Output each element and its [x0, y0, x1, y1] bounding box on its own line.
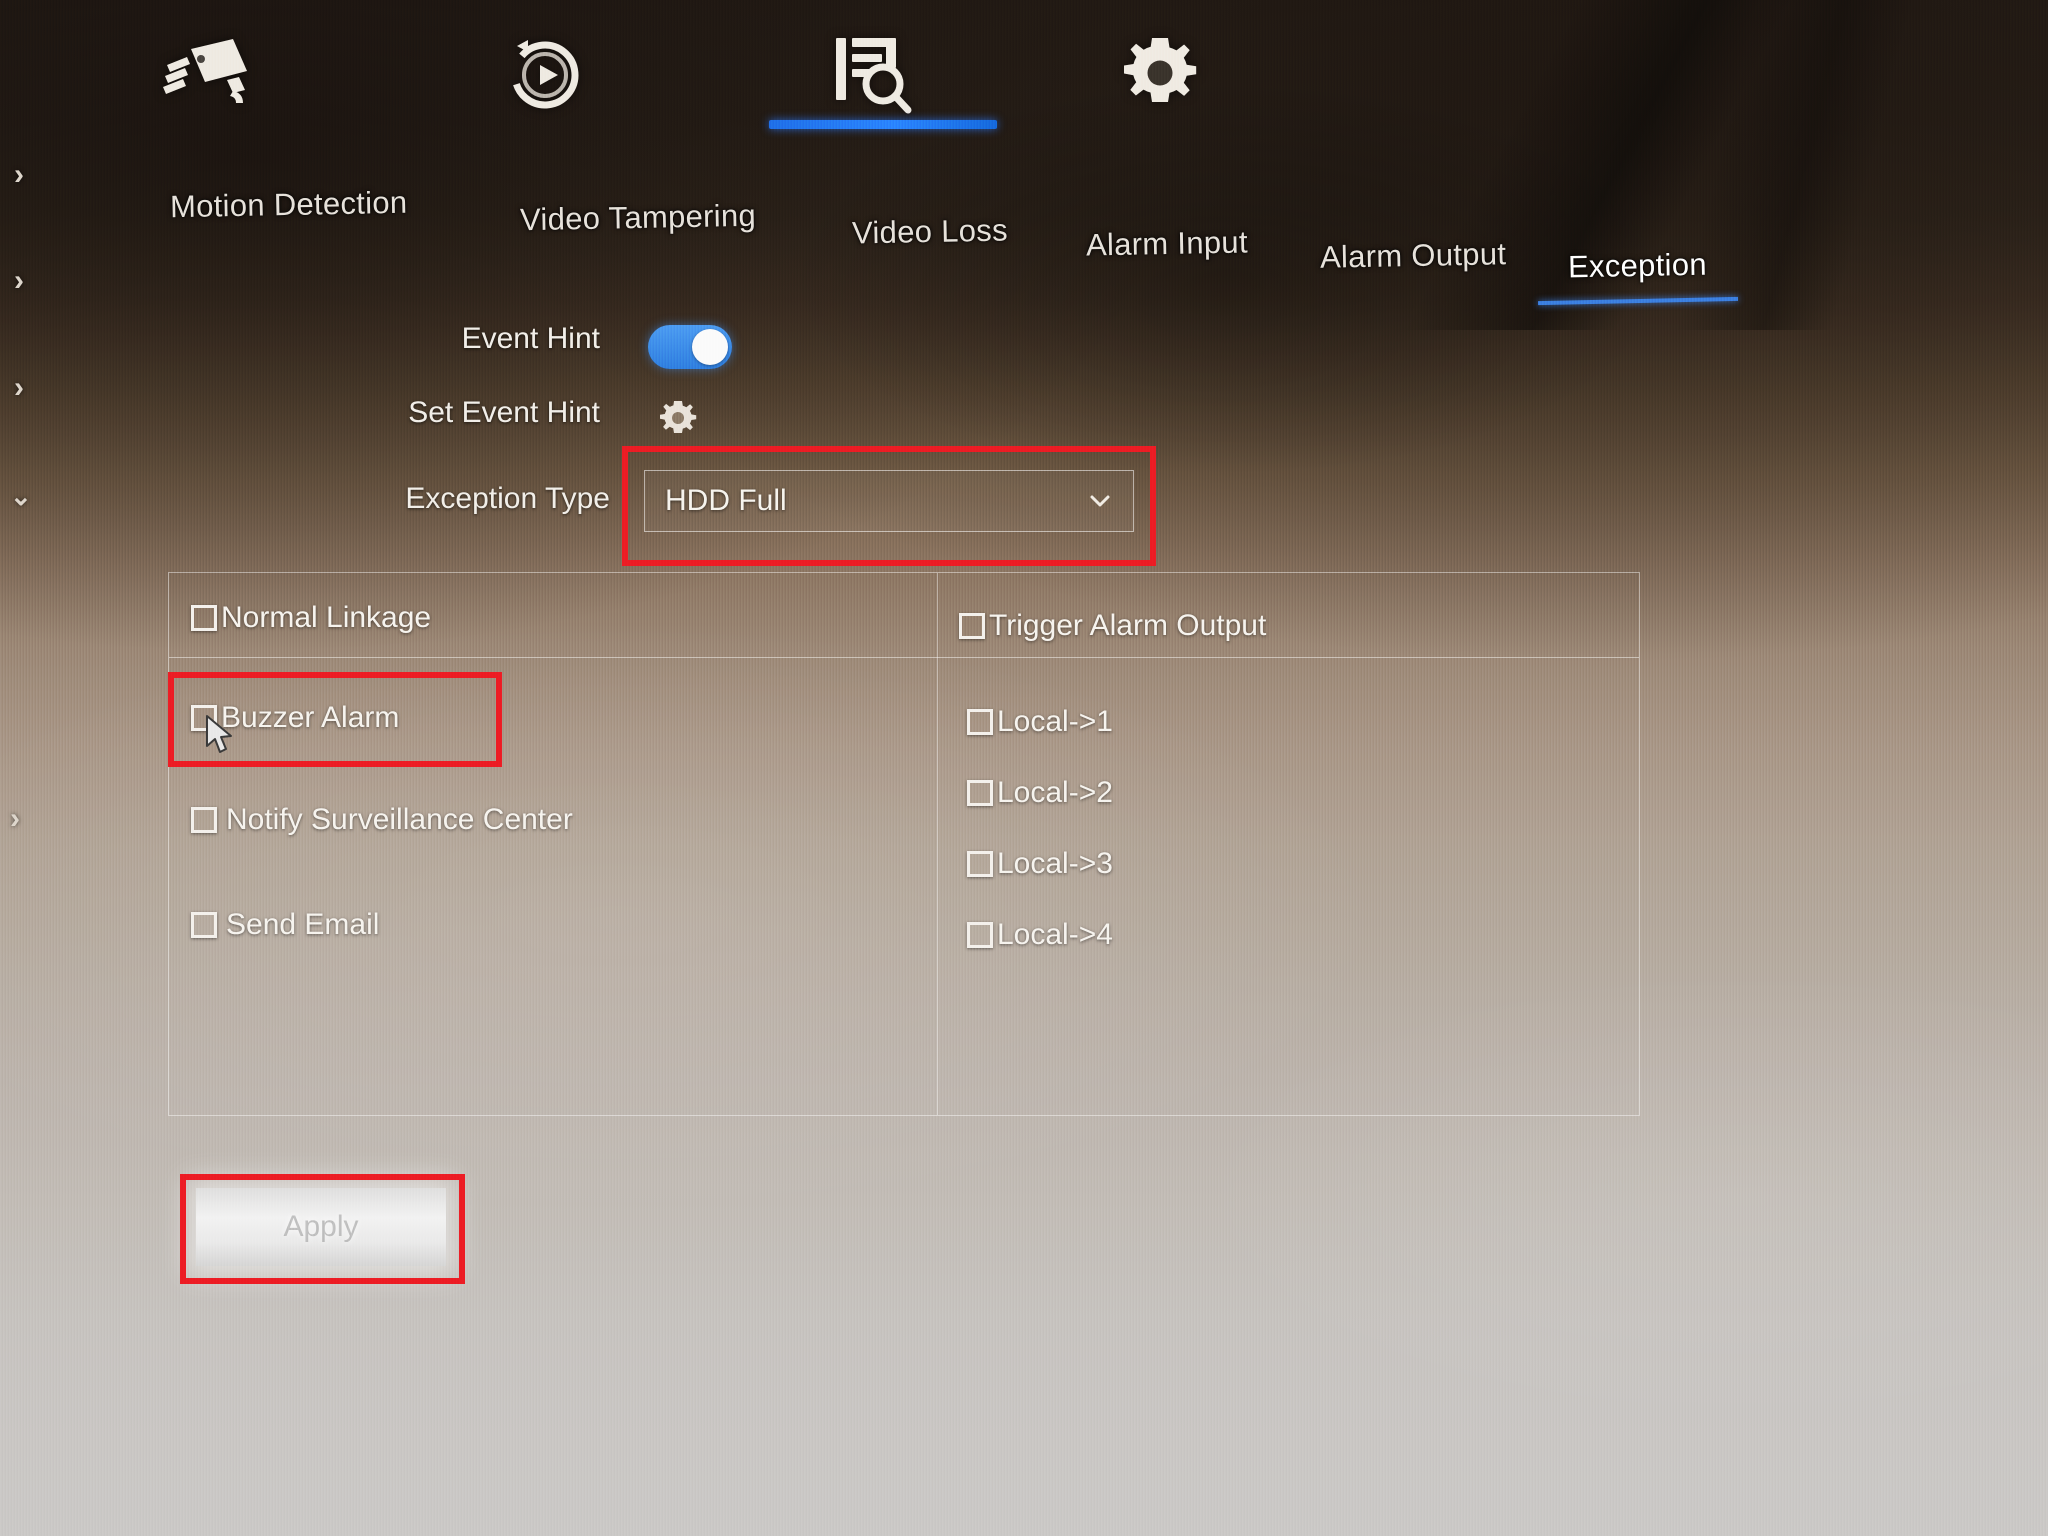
sidebar-chevron-right-icon-4[interactable]: ›	[10, 804, 36, 834]
tab-alarm-output[interactable]: Alarm Output	[1320, 236, 1507, 276]
panel-header-divider	[169, 657, 1639, 658]
toggle-knob	[692, 329, 728, 365]
toolbar-log-search-icon[interactable]	[815, 20, 925, 125]
sidebar-chevron-right-icon-3[interactable]: ›	[14, 373, 40, 403]
nvr-screen: › › › ⌄ › Motion Detection Video Tamperi…	[0, 0, 2048, 1536]
buzzer-alarm-label: Buzzer Alarm	[221, 701, 400, 734]
apply-button[interactable]: Apply	[196, 1188, 446, 1266]
local-4-label: Local->4	[997, 918, 1113, 951]
set-event-hint-label: Set Event Hint	[408, 396, 600, 429]
chevron-down-icon	[1089, 490, 1111, 512]
checkbox-row-send-email[interactable]: Send Email	[191, 908, 379, 942]
sidebar-chevron-right-icon-2[interactable]: ›	[14, 266, 40, 296]
exception-type-value: HDD Full	[665, 484, 787, 517]
toolbar-gear-icon[interactable]	[1105, 20, 1215, 125]
local-2-checkbox[interactable]	[967, 780, 993, 806]
top-toolbar	[0, 0, 2048, 160]
local-3-label: Local->3	[997, 847, 1113, 880]
exception-type-label: Exception Type	[405, 482, 610, 515]
local-4-checkbox[interactable]	[967, 922, 993, 948]
checkbox-row-local-3[interactable]: Local->3	[967, 847, 1113, 881]
tab-motion-detection[interactable]: Motion Detection	[170, 185, 408, 226]
checkbox-row-local-2[interactable]: Local->2	[967, 776, 1113, 810]
trigger-alarm-output-checkbox[interactable]	[959, 613, 985, 639]
send-email-checkbox[interactable]	[191, 912, 217, 938]
normal-linkage-checkbox[interactable]	[191, 605, 217, 631]
checkbox-row-trigger-alarm-output[interactable]: Trigger Alarm Output	[959, 609, 1266, 643]
tab-bar: Motion Detection Video Tampering Video L…	[0, 175, 2048, 306]
toolbar-active-indicator	[769, 120, 997, 129]
mouse-cursor	[205, 714, 239, 758]
notify-surveillance-center-label: Notify Surveillance Center	[226, 803, 573, 836]
tab-exception[interactable]: Exception	[1568, 247, 1708, 286]
set-event-hint-gear-icon[interactable]	[658, 398, 698, 438]
tab-video-tampering[interactable]: Video Tampering	[520, 198, 757, 239]
local-2-label: Local->2	[997, 776, 1113, 809]
event-hint-toggle[interactable]	[648, 325, 732, 369]
tab-active-underline	[1537, 296, 1739, 306]
local-1-checkbox[interactable]	[967, 709, 993, 735]
local-1-label: Local->1	[997, 705, 1113, 738]
send-email-label: Send Email	[226, 908, 380, 941]
tab-alarm-input[interactable]: Alarm Input	[1086, 224, 1248, 263]
checkbox-row-normal-linkage[interactable]: Normal Linkage	[191, 601, 431, 635]
checkbox-row-local-4[interactable]: Local->4	[967, 918, 1113, 952]
trigger-alarm-output-label: Trigger Alarm Output	[989, 609, 1267, 642]
panel-column-divider	[937, 573, 938, 1115]
event-hint-label: Event Hint	[461, 322, 600, 355]
notify-surveillance-center-checkbox[interactable]	[191, 807, 217, 833]
normal-linkage-label: Normal Linkage	[221, 601, 432, 634]
toolbar-playback-icon[interactable]	[490, 20, 600, 125]
linkage-panel: Normal Linkage Buzzer Alarm Notify Surve…	[168, 572, 1640, 1116]
local-3-checkbox[interactable]	[967, 851, 993, 877]
exception-type-dropdown[interactable]: HDD Full	[644, 470, 1134, 532]
checkbox-row-local-1[interactable]: Local->1	[967, 705, 1113, 739]
apply-button-label: Apply	[283, 1210, 359, 1243]
checkbox-row-notify-surveillance-center[interactable]: Notify Surveillance Center	[191, 803, 573, 837]
tab-video-loss[interactable]: Video Loss	[852, 213, 1008, 252]
toolbar-camera-icon[interactable]	[155, 20, 265, 125]
sidebar-chevron-down-icon[interactable]: ⌄	[10, 483, 36, 509]
